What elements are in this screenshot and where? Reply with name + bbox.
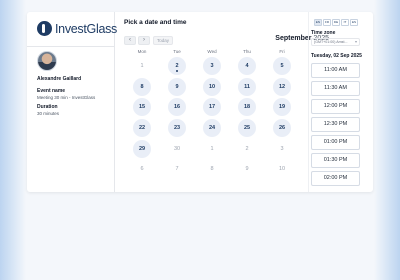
- calendar-day: 30: [173, 146, 181, 152]
- calendar-day-available[interactable]: 4: [238, 57, 256, 75]
- time-slot-button[interactable]: 12:00 PM: [311, 99, 360, 114]
- timezone-value: (GMT+01:00) Amst...: [314, 40, 348, 44]
- calendar-day-available[interactable]: 26: [273, 119, 291, 137]
- duration-value: 30 minutes: [37, 111, 60, 116]
- today-button[interactable]: Today: [153, 36, 173, 45]
- chevron-down-icon: ▾: [354, 39, 357, 44]
- weekday-label: Wed: [207, 49, 217, 54]
- logo-icon: [37, 21, 52, 36]
- calendar-day-available[interactable]: 24: [203, 119, 221, 137]
- calendar-title: Pick a date and time: [124, 19, 187, 26]
- time-slot-button[interactable]: 11:30 AM: [311, 81, 360, 96]
- language-button[interactable]: ES: [350, 19, 358, 26]
- time-slot-button[interactable]: 02:00 PM: [311, 171, 360, 186]
- language-switcher: EN FR DE IT ES: [314, 19, 358, 26]
- weekday-label: Mon: [137, 49, 147, 54]
- language-button[interactable]: FR: [323, 19, 331, 26]
- weekday-label: Thu: [243, 49, 251, 54]
- timezone-select[interactable]: (GMT+01:00) Amst... ▾: [311, 38, 360, 46]
- calendar-day: 10: [278, 166, 286, 172]
- calendar-day-available[interactable]: 17: [203, 98, 221, 116]
- prev-month-button[interactable]: ‹: [124, 36, 136, 45]
- month-label: September: [275, 35, 312, 42]
- calendar-day: 9: [245, 166, 249, 172]
- language-button[interactable]: IT: [341, 19, 349, 26]
- calendar-day-available[interactable]: 25: [238, 119, 256, 137]
- event-name-label: Event name: [37, 88, 66, 94]
- event-name-value: Meeting 30 min - InvestGlass: [37, 95, 96, 100]
- calendar-day: 1: [210, 146, 214, 152]
- time-slot-button[interactable]: 01:00 PM: [311, 135, 360, 150]
- calendar-day-available[interactable]: 5: [273, 57, 291, 75]
- calendar-day-available[interactable]: 22: [133, 119, 151, 137]
- calendar-day-available[interactable]: 11: [238, 78, 256, 96]
- time-slot-button[interactable]: 12:30 PM: [311, 117, 360, 132]
- calendar-day: 1: [140, 63, 144, 69]
- avatar: [37, 51, 57, 71]
- time-slot-button[interactable]: 11:00 AM: [311, 63, 360, 78]
- language-button[interactable]: EN: [314, 19, 322, 26]
- calendar-day-available[interactable]: 19: [273, 98, 291, 116]
- host-name: Alexandre Gaillard: [37, 76, 82, 82]
- calendar-day: 6: [140, 166, 144, 172]
- calendar-day-available[interactable]: 16: [168, 98, 186, 116]
- calendar-day-available[interactable]: 12: [273, 78, 291, 96]
- calendar-day-available[interactable]: 3: [203, 57, 221, 75]
- selected-date-heading: Tuesday, 02 Sep 2025: [311, 53, 362, 59]
- calendar-day-available[interactable]: 8: [133, 78, 151, 96]
- calendar-day-available[interactable]: 15: [133, 98, 151, 116]
- host-panel: InvestGlass Alexandre Gaillard Event nam…: [27, 12, 117, 192]
- divider: [308, 12, 309, 192]
- calendar-day: 8: [210, 166, 214, 172]
- time-slot-button[interactable]: 01:30 PM: [311, 153, 360, 168]
- brand-name: InvestGlass: [55, 21, 118, 36]
- calendar-day-available[interactable]: 23: [168, 119, 186, 137]
- calendar-day: 2: [245, 146, 249, 152]
- weekday-label: Fri: [279, 49, 285, 54]
- calendar-day-available[interactable]: 2: [168, 57, 186, 75]
- booking-card: InvestGlass Alexandre Gaillard Event nam…: [27, 12, 373, 192]
- calendar-day-available[interactable]: 9: [168, 78, 186, 96]
- calendar-day-available[interactable]: 10: [203, 78, 221, 96]
- divider: [27, 46, 114, 47]
- weekday-label: Tue: [173, 49, 181, 54]
- calendar-day: 7: [175, 166, 179, 172]
- timezone-label: Time zone: [311, 30, 336, 36]
- calendar-day: 3: [280, 146, 284, 152]
- language-button[interactable]: DE: [332, 19, 340, 26]
- next-month-button[interactable]: ›: [138, 36, 150, 45]
- duration-label: Duration: [37, 104, 58, 110]
- calendar-day-available[interactable]: 18: [238, 98, 256, 116]
- calendar-day-available[interactable]: 29: [133, 140, 151, 158]
- brand-logo: InvestGlass: [37, 21, 117, 36]
